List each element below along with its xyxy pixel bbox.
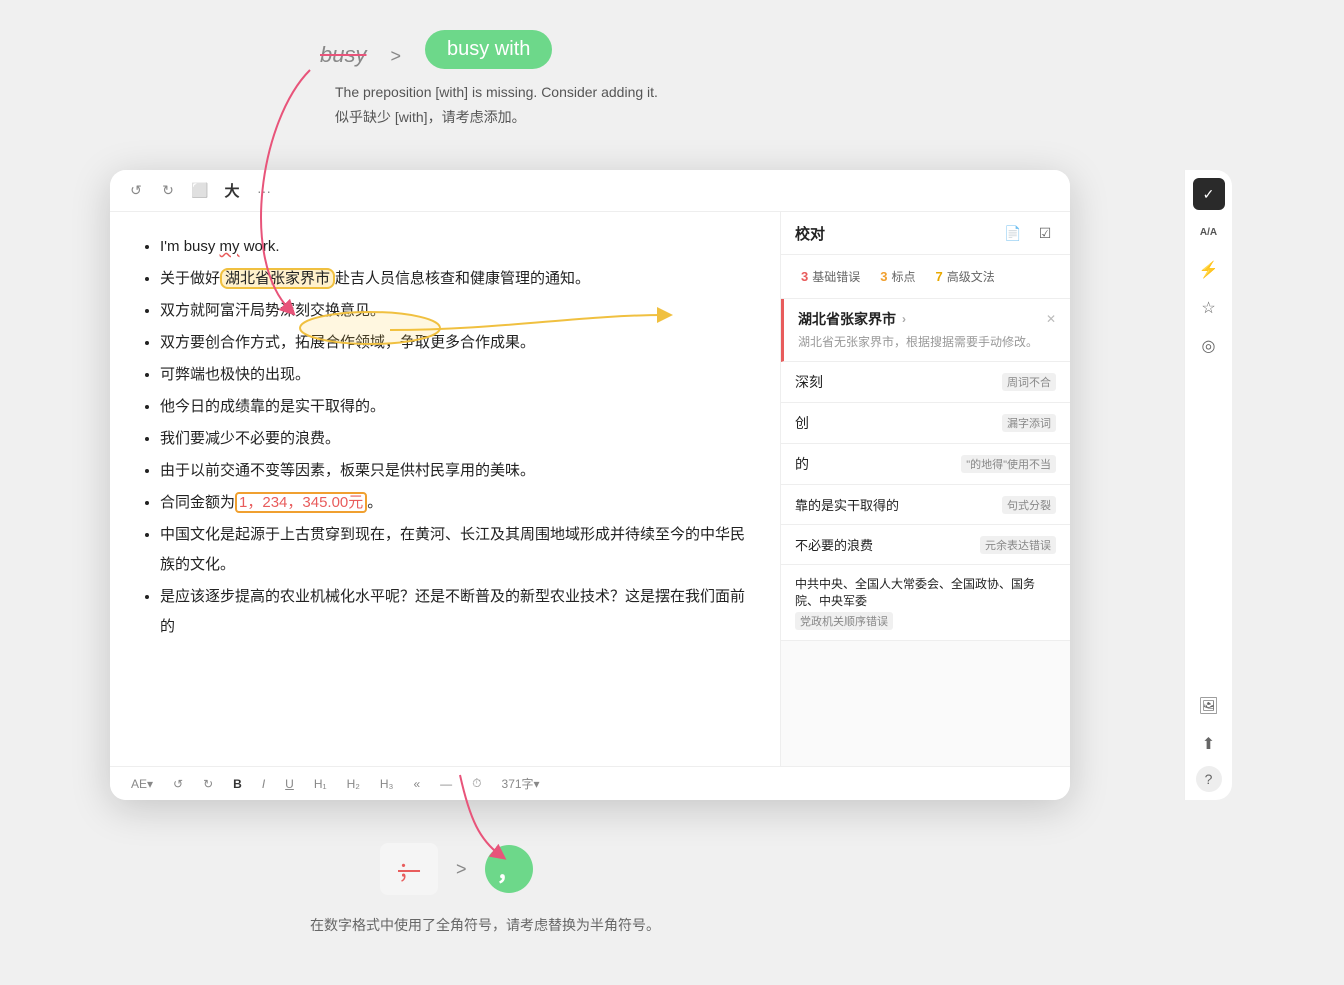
highlighted-location: 湖北省张家界市 bbox=[220, 268, 335, 289]
redo-btn[interactable]: ↻ bbox=[198, 775, 218, 793]
error-badge: 党政机关顺序错误 bbox=[795, 612, 893, 630]
list-item: 我们要减少不必要的浪费。 bbox=[160, 424, 750, 454]
tab-advanced-grammar[interactable]: 7 高级文法 bbox=[930, 265, 1001, 288]
list-item: I'm busy my work. bbox=[160, 232, 750, 262]
editor-main: I'm busy my work. 关于做好湖北省张家界市赴吉人员信息核查和健康… bbox=[110, 212, 1070, 766]
top-arrow: > bbox=[390, 32, 401, 67]
bold-btn[interactable]: B bbox=[228, 775, 247, 793]
image-btn[interactable]: 🖼 bbox=[1193, 690, 1225, 722]
error-word: 深刻 bbox=[795, 372, 823, 392]
quote-btn[interactable]: « bbox=[408, 775, 425, 793]
error-title: 湖北省张家界市 › bbox=[798, 309, 906, 329]
error-busy: my bbox=[220, 238, 240, 255]
error-badge: "的地得"使用不当 bbox=[961, 455, 1056, 473]
error-item-chuang[interactable]: 创 漏字添词 bbox=[781, 403, 1070, 444]
h3-btn[interactable]: H₃ bbox=[375, 775, 399, 793]
tab-punctuation[interactable]: 3 标点 bbox=[874, 265, 921, 288]
error-word: 靠的是实干取得的 bbox=[795, 495, 899, 514]
doc-icon[interactable]: ⬜ bbox=[190, 181, 210, 201]
error-item-zhongzh[interactable]: 中共中央、全国人大常委会、全国政协、国务院、中央军委 党政机关顺序错误 bbox=[781, 565, 1070, 641]
export-btn[interactable]: ⬆ bbox=[1193, 728, 1225, 760]
panel-icons: 📄 ☑ bbox=[1002, 222, 1056, 244]
panel-check-icon[interactable]: ☑ bbox=[1034, 222, 1056, 244]
check-sidebar-btn[interactable]: ✓ bbox=[1193, 178, 1225, 210]
error-item-de[interactable]: 的 "的地得"使用不当 bbox=[781, 444, 1070, 485]
error-badge: 周词不合 bbox=[1002, 373, 1056, 391]
list-item: 中国文化是起源于上古贯穿到现在，在黄河、长江及其周围地域形成并待续至今的中华民族… bbox=[160, 520, 750, 580]
error-item-header: 湖北省张家界市 › ✕ bbox=[798, 309, 1056, 329]
panel-doc-icon[interactable]: 📄 bbox=[1002, 222, 1024, 244]
word-count[interactable]: 371字▾ bbox=[497, 773, 545, 794]
editor-window: ↺ ↻ ⬜ 大 ··· I'm busy my work. 关于做好湖北省张家界… bbox=[110, 170, 1070, 800]
error-item-shenkuo[interactable]: 深刻 周词不合 bbox=[781, 362, 1070, 403]
star-btn[interactable]: ☆ bbox=[1193, 292, 1225, 324]
compass-btn[interactable]: ◎ bbox=[1193, 330, 1225, 362]
font-size-icon[interactable]: 大 bbox=[222, 181, 242, 201]
error-word: 创 bbox=[795, 413, 809, 433]
bottom-annotation: ； > ， bbox=[380, 843, 533, 895]
undo-btn[interactable]: ↺ bbox=[168, 775, 188, 793]
list-item: 由于以前交通不变等因素，板栗只是供村民享用的美味。 bbox=[160, 456, 750, 486]
corrected-badge: busy with bbox=[425, 30, 552, 69]
list-item: 他今日的成绩靠的是实干取得的。 bbox=[160, 392, 750, 422]
format-btn[interactable]: AE▾ bbox=[126, 775, 158, 793]
error-word: 不必要的浪费 bbox=[795, 535, 873, 554]
error-tabs: 3 基础错误 3 标点 7 高级文法 bbox=[781, 255, 1070, 299]
error-item-location[interactable]: 湖北省张家界市 › ✕ 湖北省无张家界市，根据搜据需要手动修改。 bbox=[781, 299, 1070, 362]
tab-basic-errors[interactable]: 3 基础错误 bbox=[795, 265, 866, 288]
right-sidebar: ✓ A/A ⚡ ☆ ◎ 🖼 ⬆ ? bbox=[1184, 170, 1232, 800]
timer-icon: ⏱ bbox=[467, 774, 486, 793]
editor-bottom-toolbar: AE▾ ↺ ↻ B I U H₁ H₂ H₃ « — ⏱ 371字▾ bbox=[110, 766, 1070, 800]
redo-icon[interactable]: ↻ bbox=[158, 181, 178, 201]
top-description: The preposition [with] is missing. Consi… bbox=[335, 80, 658, 130]
right-panel: 校对 📄 ☑ 3 基础错误 3 标点 7 高级文法 bbox=[780, 212, 1070, 766]
number-error: 1，234，345.00元 bbox=[235, 492, 367, 513]
panel-title: 校对 bbox=[795, 223, 825, 244]
italic-btn[interactable]: I bbox=[257, 775, 270, 793]
error-list: 湖北省张家界市 › ✕ 湖北省无张家界市，根据搜据需要手动修改。 深刻 周词不合 bbox=[781, 299, 1070, 766]
error-word: 的 bbox=[795, 454, 809, 474]
smart-btn[interactable]: ⚡ bbox=[1193, 254, 1225, 286]
editor-toolbar: ↺ ↻ ⬜ 大 ··· bbox=[110, 170, 1070, 212]
panel-header: 校对 📄 ☑ bbox=[781, 212, 1070, 255]
list-item: 双方要创合作方式，拓展合作领域，争取更多合作成果。 bbox=[160, 328, 750, 358]
list-item: 可弊端也极快的出现。 bbox=[160, 360, 750, 390]
error-badge: 元余表达错误 bbox=[980, 536, 1056, 554]
list-item: 关于做好湖北省张家界市赴吉人员信息核查和健康管理的通知。 bbox=[160, 264, 750, 294]
h1-btn[interactable]: H₁ bbox=[309, 775, 332, 793]
corrected-punct: ， bbox=[485, 845, 533, 893]
error-badge: 漏字添词 bbox=[1002, 414, 1056, 432]
content-list: I'm busy my work. 关于做好湖北省张家界市赴吉人员信息核查和健康… bbox=[140, 232, 750, 642]
bottom-description: 在数字格式中使用了全角符号，请考虑替换为半角符号。 bbox=[310, 915, 660, 935]
original-word: busy bbox=[320, 32, 366, 68]
error-desc: 湖北省无张家界市，根据搜据需要手动修改。 bbox=[798, 333, 1056, 351]
error-item-buliyao[interactable]: 不必要的浪费 元余表达错误 bbox=[781, 525, 1070, 565]
underline-btn[interactable]: U bbox=[280, 775, 299, 793]
dash-btn[interactable]: — bbox=[435, 775, 457, 793]
editor-content[interactable]: I'm busy my work. 关于做好湖北省张家界市赴吉人员信息核查和健康… bbox=[110, 212, 780, 766]
compare-btn[interactable]: A/A bbox=[1193, 216, 1225, 248]
error-badge: 句式分裂 bbox=[1002, 496, 1056, 514]
undo-icon[interactable]: ↺ bbox=[126, 181, 146, 201]
list-item: 合同金额为1，234，345.00元。 bbox=[160, 488, 750, 518]
bottom-arrow: > bbox=[456, 859, 467, 880]
list-item: 双方就阿富汗局势深刻交换意见。 bbox=[160, 296, 750, 326]
original-punct: ； bbox=[380, 843, 438, 895]
h2-btn[interactable]: H₂ bbox=[342, 775, 365, 793]
error-word: 中共中央、全国人大常委会、全国政协、国务院、中央军委 bbox=[795, 575, 1056, 609]
list-item: 是应该逐步提高的农业机械化水平呢？还是不断普及的新型农业技术？这是摆在我们面前的 bbox=[160, 582, 750, 642]
error-item-kao[interactable]: 靠的是实干取得的 句式分裂 bbox=[781, 485, 1070, 525]
error-close-btn[interactable]: ✕ bbox=[1046, 312, 1056, 326]
more-icon[interactable]: ··· bbox=[254, 181, 274, 201]
help-btn[interactable]: ? bbox=[1196, 766, 1222, 792]
